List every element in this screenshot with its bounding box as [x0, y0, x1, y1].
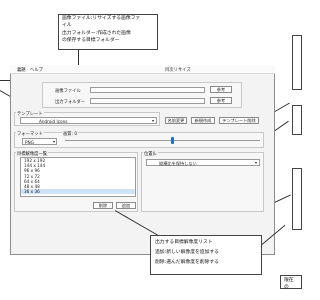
callout-right-3: [292, 168, 302, 230]
window-title: 目次リサイズ: [165, 68, 191, 73]
position-selected-value: 縦横比を保持しない: [159, 160, 197, 166]
quality-slider-thumb[interactable]: [170, 137, 174, 144]
template-rename-button[interactable]: 名前変更: [165, 117, 187, 124]
callout-top-line1: 画像ファイル:リサイズする画像ファ: [62, 16, 141, 21]
callout-right-1: [292, 35, 302, 90]
callout-bottom-line2: 追加:新しい解像度を追加する: [155, 250, 219, 255]
callout-bottom-right: 限在の: [280, 275, 302, 290]
position-title: 位置(L: [143, 151, 158, 157]
template-select[interactable]: Android Icons ▾: [20, 117, 157, 124]
template-delete-button[interactable]: テンプレート削除: [219, 117, 259, 124]
callout-bottom-right-text: 限在の: [284, 278, 294, 290]
image-browse-button[interactable]: 参考: [210, 86, 232, 93]
chevron-down-icon: ▾: [151, 118, 154, 123]
output-folder-label: 出力フォルダー: [55, 100, 86, 105]
callout-top: 画像ファイル:リサイズする画像ファ イル 出力フォルダー:作成された画像 の保存…: [58, 14, 158, 50]
menu-item-file[interactable]: 義題: [17, 67, 26, 73]
callout-bottom-line1: 出力する目標解像度リスト: [155, 240, 213, 245]
quality-label: 画質: 0: [62, 131, 79, 137]
list-item[interactable]: 36 x 36: [21, 189, 135, 195]
menu-item-help[interactable]: ヘルプ: [30, 67, 43, 73]
callout-top-line4: の保存する目標フォルダー: [62, 37, 120, 43]
callout-bottom: 出力する目標解像度リスト 追加:新しい解像度を追加する 削除:選んだ解像度を削除…: [150, 235, 262, 275]
template-new-button[interactable]: 新規作成: [191, 117, 215, 124]
position-select[interactable]: 縦横比を保持しない ▾: [146, 159, 260, 166]
callout-left-connector-a: [0, 80, 10, 81]
chevron-down-icon: ▾: [254, 160, 257, 165]
callout-right-2: [292, 105, 302, 135]
format-label: フォーマット: [16, 131, 44, 137]
callout-top-line2: イル: [62, 22, 72, 28]
quality-slider-track[interactable]: [65, 140, 260, 141]
menu-bar: 義題 ヘルプ: [10, 65, 275, 74]
output-browse-button[interactable]: 参考: [210, 97, 232, 104]
resolution-delete-button[interactable]: 削除: [93, 202, 113, 209]
resolution-list[interactable]: 192 x 192 144 x 144 96 x 96 72 x 72 64 x 64 4…: [20, 157, 136, 197]
callout-bottom-line3: 削除:選んだ解像度を削除する: [155, 260, 219, 265]
image-file-input[interactable]: [90, 87, 205, 93]
format-select[interactable]: PNG ▾: [22, 138, 57, 145]
template-selected-value: Android Icons: [39, 118, 68, 124]
format-selected-value: PNG: [25, 139, 34, 145]
resolution-add-button[interactable]: 追加: [116, 202, 136, 209]
chevron-down-icon: ▾: [52, 139, 55, 144]
image-file-label: 画像ファイル: [55, 89, 81, 94]
output-folder-input[interactable]: [90, 98, 205, 104]
